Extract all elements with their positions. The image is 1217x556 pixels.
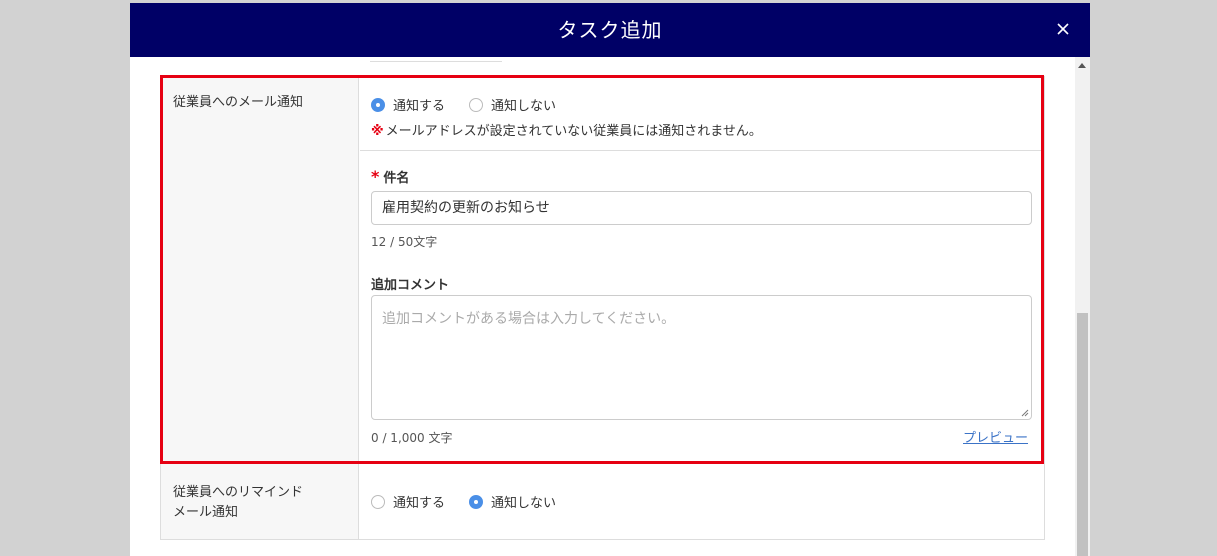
comment-textarea[interactable] bbox=[371, 295, 1032, 420]
note-mark: ※ bbox=[371, 124, 384, 139]
reminder-notify-no-label: 通知しない bbox=[491, 496, 557, 511]
subject-label: * 件名 bbox=[371, 167, 409, 186]
reminder-label-line2: メール通知 bbox=[173, 505, 239, 520]
radio-unchecked-icon bbox=[371, 494, 385, 509]
scrollbar-thumb[interactable] bbox=[1077, 313, 1088, 556]
subject-input[interactable]: 雇用契約の更新のお知らせ bbox=[371, 191, 1032, 225]
email-notify-yes-label: 通知する bbox=[393, 99, 446, 114]
task-add-modal: タスク追加 従業員へのメール通知 通知する 通知しない ※ メールアドレスが設定… bbox=[130, 3, 1090, 556]
reminder-notify-yes-radio[interactable]: 通知する bbox=[371, 492, 445, 511]
email-notify-no-label: 通知しない bbox=[491, 99, 557, 114]
comment-label: 追加コメント bbox=[371, 278, 450, 293]
radio-unchecked-icon bbox=[469, 97, 484, 112]
modal-header: タスク追加 bbox=[130, 3, 1090, 57]
subject-input-value: 雇用契約の更新のお知らせ bbox=[382, 200, 550, 216]
required-mark: * bbox=[371, 167, 380, 186]
reminder-notify-no-radio[interactable]: 通知しない bbox=[469, 492, 556, 511]
close-button[interactable] bbox=[1050, 16, 1076, 42]
reminder-notification-row: 従業員へのリマインド メール通知 通知する 通知しない bbox=[160, 463, 1045, 540]
subject-label-text: 件名 bbox=[383, 171, 410, 186]
modal-title: タスク追加 bbox=[557, 18, 663, 42]
scroll-up-arrow-icon[interactable] bbox=[1078, 63, 1086, 68]
note-text: メールアドレスが設定されていない従業員には通知されません。 bbox=[385, 124, 762, 139]
divider bbox=[360, 150, 1044, 151]
previous-field-edge bbox=[370, 57, 502, 62]
email-notification-label: 従業員へのメール通知 bbox=[161, 77, 359, 464]
reminder-notify-yes-label: 通知する bbox=[393, 496, 446, 511]
subject-counter: 12 / 50文字 bbox=[371, 235, 438, 249]
resize-grip-icon[interactable] bbox=[1021, 409, 1029, 417]
email-notify-yes-radio[interactable]: 通知する bbox=[371, 95, 445, 114]
vertical-scrollbar[interactable] bbox=[1075, 57, 1090, 556]
reminder-radio-group: 通知する 通知しない bbox=[371, 492, 580, 511]
comment-counter: 0 / 1,000 文字 bbox=[371, 431, 453, 445]
reminder-notification-label: 従業員へのリマインド メール通知 bbox=[161, 463, 359, 539]
radio-checked-icon bbox=[469, 494, 484, 509]
email-notification-radio-group: 通知する 通知しない bbox=[371, 95, 580, 114]
email-notify-no-radio[interactable]: 通知しない bbox=[469, 95, 556, 114]
close-icon bbox=[1057, 23, 1069, 35]
preview-link[interactable]: プレビュー bbox=[963, 427, 1028, 446]
reminder-label-line1: 従業員へのリマインド bbox=[173, 485, 304, 500]
radio-checked-icon bbox=[371, 97, 385, 112]
email-notification-note: ※ メールアドレスが設定されていない従業員には通知されません。 bbox=[371, 120, 762, 139]
modal-body[interactable]: 従業員へのメール通知 通知する 通知しない ※ メールアドレスが設定されていない従… bbox=[130, 57, 1075, 556]
email-notification-row: 従業員へのメール通知 通知する 通知しない ※ メールアドレスが設定されていない従… bbox=[160, 76, 1045, 465]
